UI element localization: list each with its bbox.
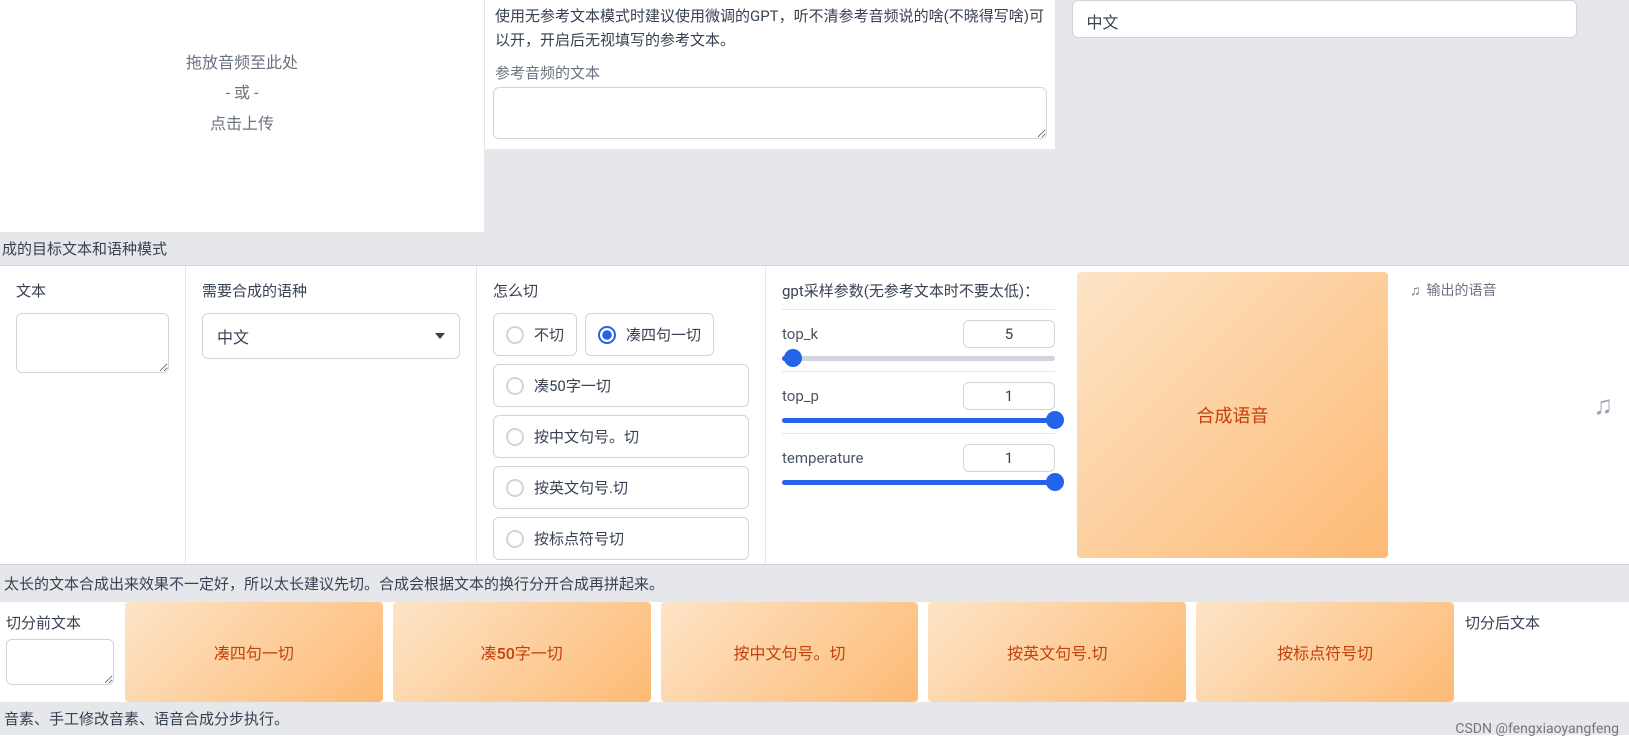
- upload-line1: 拖放音频至此处: [186, 48, 298, 78]
- cut-button-0[interactable]: 凑四句一切: [125, 602, 383, 702]
- temperature-label: temperature: [782, 449, 863, 467]
- cut-button-3[interactable]: 按英文句号.切: [928, 602, 1186, 702]
- target-text-label: 文本: [16, 280, 169, 301]
- temperature-slider[interactable]: [782, 480, 1055, 485]
- synth-language-select[interactable]: 中文: [202, 313, 460, 359]
- cut-option-3[interactable]: 按中文句号。切: [493, 415, 749, 458]
- temperature-value[interactable]: 1: [963, 444, 1055, 472]
- slider-thumb-icon[interactable]: [1046, 411, 1064, 429]
- upload-line2: - 或 -: [226, 78, 259, 108]
- radio-icon: [506, 479, 524, 497]
- before-cut-label: 切分前文本: [6, 612, 114, 633]
- cut-button-4[interactable]: 按标点符号切: [1196, 602, 1454, 702]
- reference-language-select[interactable]: 中文: [1072, 0, 1577, 38]
- top-p-slider[interactable]: [782, 418, 1055, 423]
- cut-button-2[interactable]: 按中文句号。切: [661, 602, 919, 702]
- reference-text-label: 参考音频的文本: [495, 62, 1045, 83]
- radio-icon: [506, 377, 524, 395]
- output-audio-label: 输出的语音: [1427, 280, 1497, 300]
- radio-icon: [598, 326, 616, 344]
- slider-thumb-icon[interactable]: [1046, 473, 1064, 491]
- cut-method-label: 怎么切: [493, 280, 749, 301]
- footer-hint: 音素、手工修改音素、语音合成分步执行。: [0, 702, 1629, 735]
- radio-icon: [506, 326, 524, 344]
- before-cut-input[interactable]: [6, 639, 114, 685]
- after-cut-label: 切分后文本: [1465, 612, 1623, 633]
- cut-option-5[interactable]: 按标点符号切: [493, 517, 749, 560]
- cut-option-4[interactable]: 按英文句号.切: [493, 466, 749, 509]
- cut-option-1[interactable]: 凑四句一切: [585, 313, 714, 356]
- reference-text-input[interactable]: [493, 87, 1047, 139]
- top-p-label: top_p: [782, 387, 819, 405]
- top-k-slider[interactable]: [782, 356, 1055, 361]
- cut-option-2[interactable]: 凑50字一切: [493, 364, 749, 407]
- music-icon: ♫: [1410, 390, 1613, 421]
- watermark: CSDN @fengxiaoyangfeng: [1455, 721, 1619, 737]
- synth-language-label: 需要合成的语种: [202, 280, 460, 301]
- long-text-hint: 太长的文本合成出来效果不一定好，所以太长建议先切。合成会根据文本的换行分开合成再…: [0, 565, 1629, 602]
- audio-upload-dropzone[interactable]: 拖放音频至此处 - 或 - 点击上传: [0, 0, 484, 232]
- target-text-input[interactable]: [16, 313, 169, 373]
- top-p-value[interactable]: 1: [963, 382, 1055, 410]
- radio-icon: [506, 428, 524, 446]
- cut-method-radio-group: 不切 凑四句一切 凑50字一切 按中文句号。切 按英文句号.切: [493, 313, 749, 560]
- reference-mode-hint: 使用无参考文本模式时建议使用微调的GPT，听不清参考音频说的啥(不晓得写啥)可以…: [493, 0, 1047, 56]
- cut-button-1[interactable]: 凑50字一切: [393, 602, 651, 702]
- top-k-label: top_k: [782, 325, 818, 343]
- slider-thumb-icon[interactable]: [784, 349, 802, 367]
- synth-language-value: 中文: [217, 324, 249, 348]
- gpt-params-header: gpt采样参数(无参考文本时不要太低)：: [782, 280, 1055, 301]
- reference-language-value: 中文: [1087, 13, 1119, 32]
- synthesize-button[interactable]: 合成语音: [1077, 272, 1388, 558]
- radio-icon: [506, 530, 524, 548]
- chevron-down-icon: [435, 333, 445, 339]
- upload-line3: 点击上传: [210, 109, 274, 139]
- music-icon: ♫: [1410, 282, 1421, 299]
- cut-option-0[interactable]: 不切: [493, 313, 577, 356]
- target-section-header: 成的目标文本和语种模式: [0, 232, 1629, 265]
- top-k-value[interactable]: 5: [963, 320, 1055, 348]
